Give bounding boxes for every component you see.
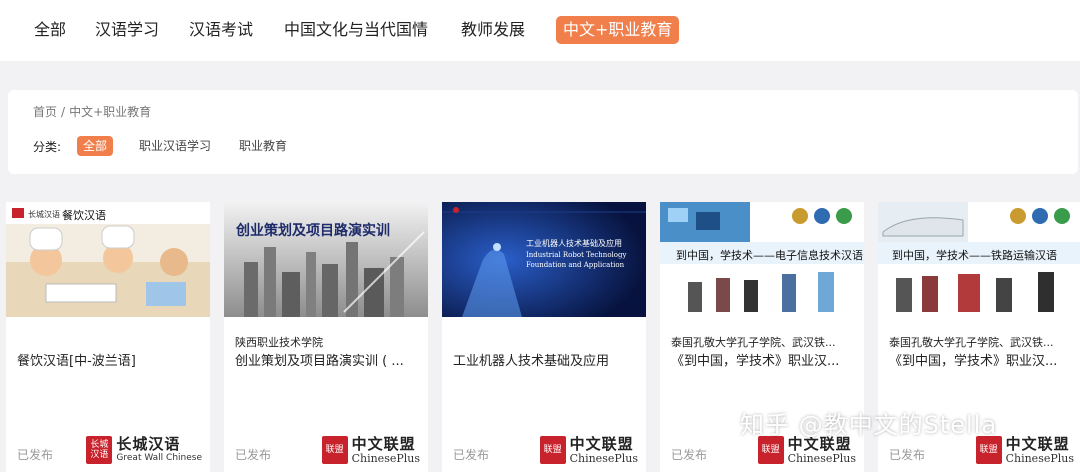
breadcrumb: 首页 / 中文+职业教育	[33, 103, 151, 120]
publisher-name-en: ChinesePlus	[351, 452, 420, 465]
thumb-brand: 长城汉语	[28, 210, 60, 219]
nav-item-chinese-learning[interactable]: 汉语学习	[95, 16, 159, 44]
publisher-logo: 长城 汉语 长城汉语 Great Wall Chinese	[86, 434, 202, 466]
breadcrumb-home[interactable]: 首页	[33, 105, 57, 119]
thumb-caption: 工业机器人技术基础及应用	[526, 239, 622, 248]
top-nav: 全部 汉语学习 汉语考试 中国文化与当代国情 教师发展 中文+职业教育	[0, 0, 1080, 61]
status-label: 已发布	[889, 448, 926, 462]
course-thumbnail[interactable]: 到中国，学技术——电子信息技术汉语	[660, 202, 864, 317]
publisher-seal-icon: 联盟	[539, 436, 566, 464]
publisher-logo: 联盟 中文联盟 ChinesePlus	[539, 434, 638, 466]
nav-item-culture[interactable]: 中国文化与当代国情	[284, 16, 428, 44]
publisher-name-en: ChinesePlus	[787, 452, 856, 465]
thumb-caption: 创业策划及项目路演实训	[236, 223, 390, 239]
nav-item-vocational[interactable]: 中文+职业教育	[556, 16, 680, 44]
publisher-seal-icon: 联盟	[321, 436, 348, 464]
course-thumbnail[interactable]: 到中国，学技术——铁路运输汉语	[878, 202, 1080, 317]
course-card[interactable]: 工业机器人技术基础及应用 Industrial Robot Technology…	[442, 202, 646, 472]
status-label: 已发布	[671, 448, 708, 462]
filter-panel: 首页 / 中文+职业教育 分类: 全部 职业汉语学习 职业教育	[8, 90, 1078, 174]
breadcrumb-current: 中文+职业教育	[69, 105, 152, 119]
thumb-caption: 到中国，学技术——电子信息技术汉语	[676, 249, 863, 262]
status-label: 已发布	[235, 448, 272, 462]
publisher-name-cn: 中文联盟	[1005, 435, 1070, 453]
category-vocational-education[interactable]: 职业教育	[239, 136, 287, 156]
course-thumbnail[interactable]: 创业策划及项目路演实训	[224, 202, 428, 317]
nav-item-all[interactable]: 全部	[34, 16, 66, 44]
publisher-name-en: Great Wall Chinese	[116, 453, 202, 463]
category-vocational-chinese[interactable]: 职业汉语学习	[139, 136, 211, 156]
course-title[interactable]: 餐饮汉语[中-波兰语]	[17, 350, 201, 369]
course-title[interactable]: 《到中国，学技术》职业汉...	[889, 350, 1073, 369]
course-provider: 泰国孔敬大学孔子学院、武汉铁...	[671, 336, 836, 349]
course-title[interactable]: 创业策划及项目路演实训 ( ...	[235, 350, 419, 369]
publisher-name-cn: 中文联盟	[351, 435, 416, 453]
publisher-name-cn: 中文联盟	[569, 435, 634, 453]
course-thumbnail[interactable]: 工业机器人技术基础及应用 Industrial Robot Technology…	[442, 202, 646, 317]
course-thumbnail[interactable]: 长城汉语 餐饮汉语	[6, 202, 210, 317]
publisher-seal-icon: 联盟	[975, 436, 1002, 464]
thumb-caption: 餐饮汉语	[62, 209, 106, 222]
category-label: 分类:	[33, 140, 62, 154]
breadcrumb-separator: /	[61, 105, 66, 119]
status-label: 已发布	[17, 448, 54, 462]
publisher-name-en: ChinesePlus	[569, 452, 638, 465]
thumb-caption: 到中国，学技术——铁路运输汉语	[892, 249, 1057, 262]
nav-item-teacher-dev[interactable]: 教师发展	[461, 16, 525, 44]
publisher-name-cn: 长城汉语	[116, 435, 181, 453]
course-title[interactable]: 工业机器人技术基础及应用	[453, 350, 637, 369]
category-all[interactable]: 全部	[77, 136, 114, 156]
course-card[interactable]: 长城汉语 餐饮汉语 餐饮汉语[中-波兰语] 已发布 长城 汉语 长城汉语 Gre…	[6, 202, 210, 472]
watermark: 知乎 @教中文的Stella	[740, 411, 998, 439]
status-label: 已发布	[453, 448, 490, 462]
course-title[interactable]: 《到中国，学技术》职业汉...	[671, 350, 855, 369]
thumb-caption-en: Industrial Robot Technology Foundation a…	[526, 251, 627, 269]
publisher-name-en: ChinesePlus	[1005, 452, 1074, 465]
publisher-seal-icon: 联盟	[757, 436, 784, 464]
publisher-seal-icon: 长城 汉语	[86, 436, 113, 464]
publisher-logo: 联盟 中文联盟 ChinesePlus	[321, 434, 420, 466]
course-provider: 泰国孔敬大学孔子学院、武汉铁...	[889, 336, 1054, 349]
course-card[interactable]: 创业策划及项目路演实训 陕西职业技术学院 创业策划及项目路演实训 ( ... 已…	[224, 202, 428, 472]
nav-item-chinese-exam[interactable]: 汉语考试	[189, 16, 253, 44]
course-provider: 陕西职业技术学院	[235, 336, 323, 349]
